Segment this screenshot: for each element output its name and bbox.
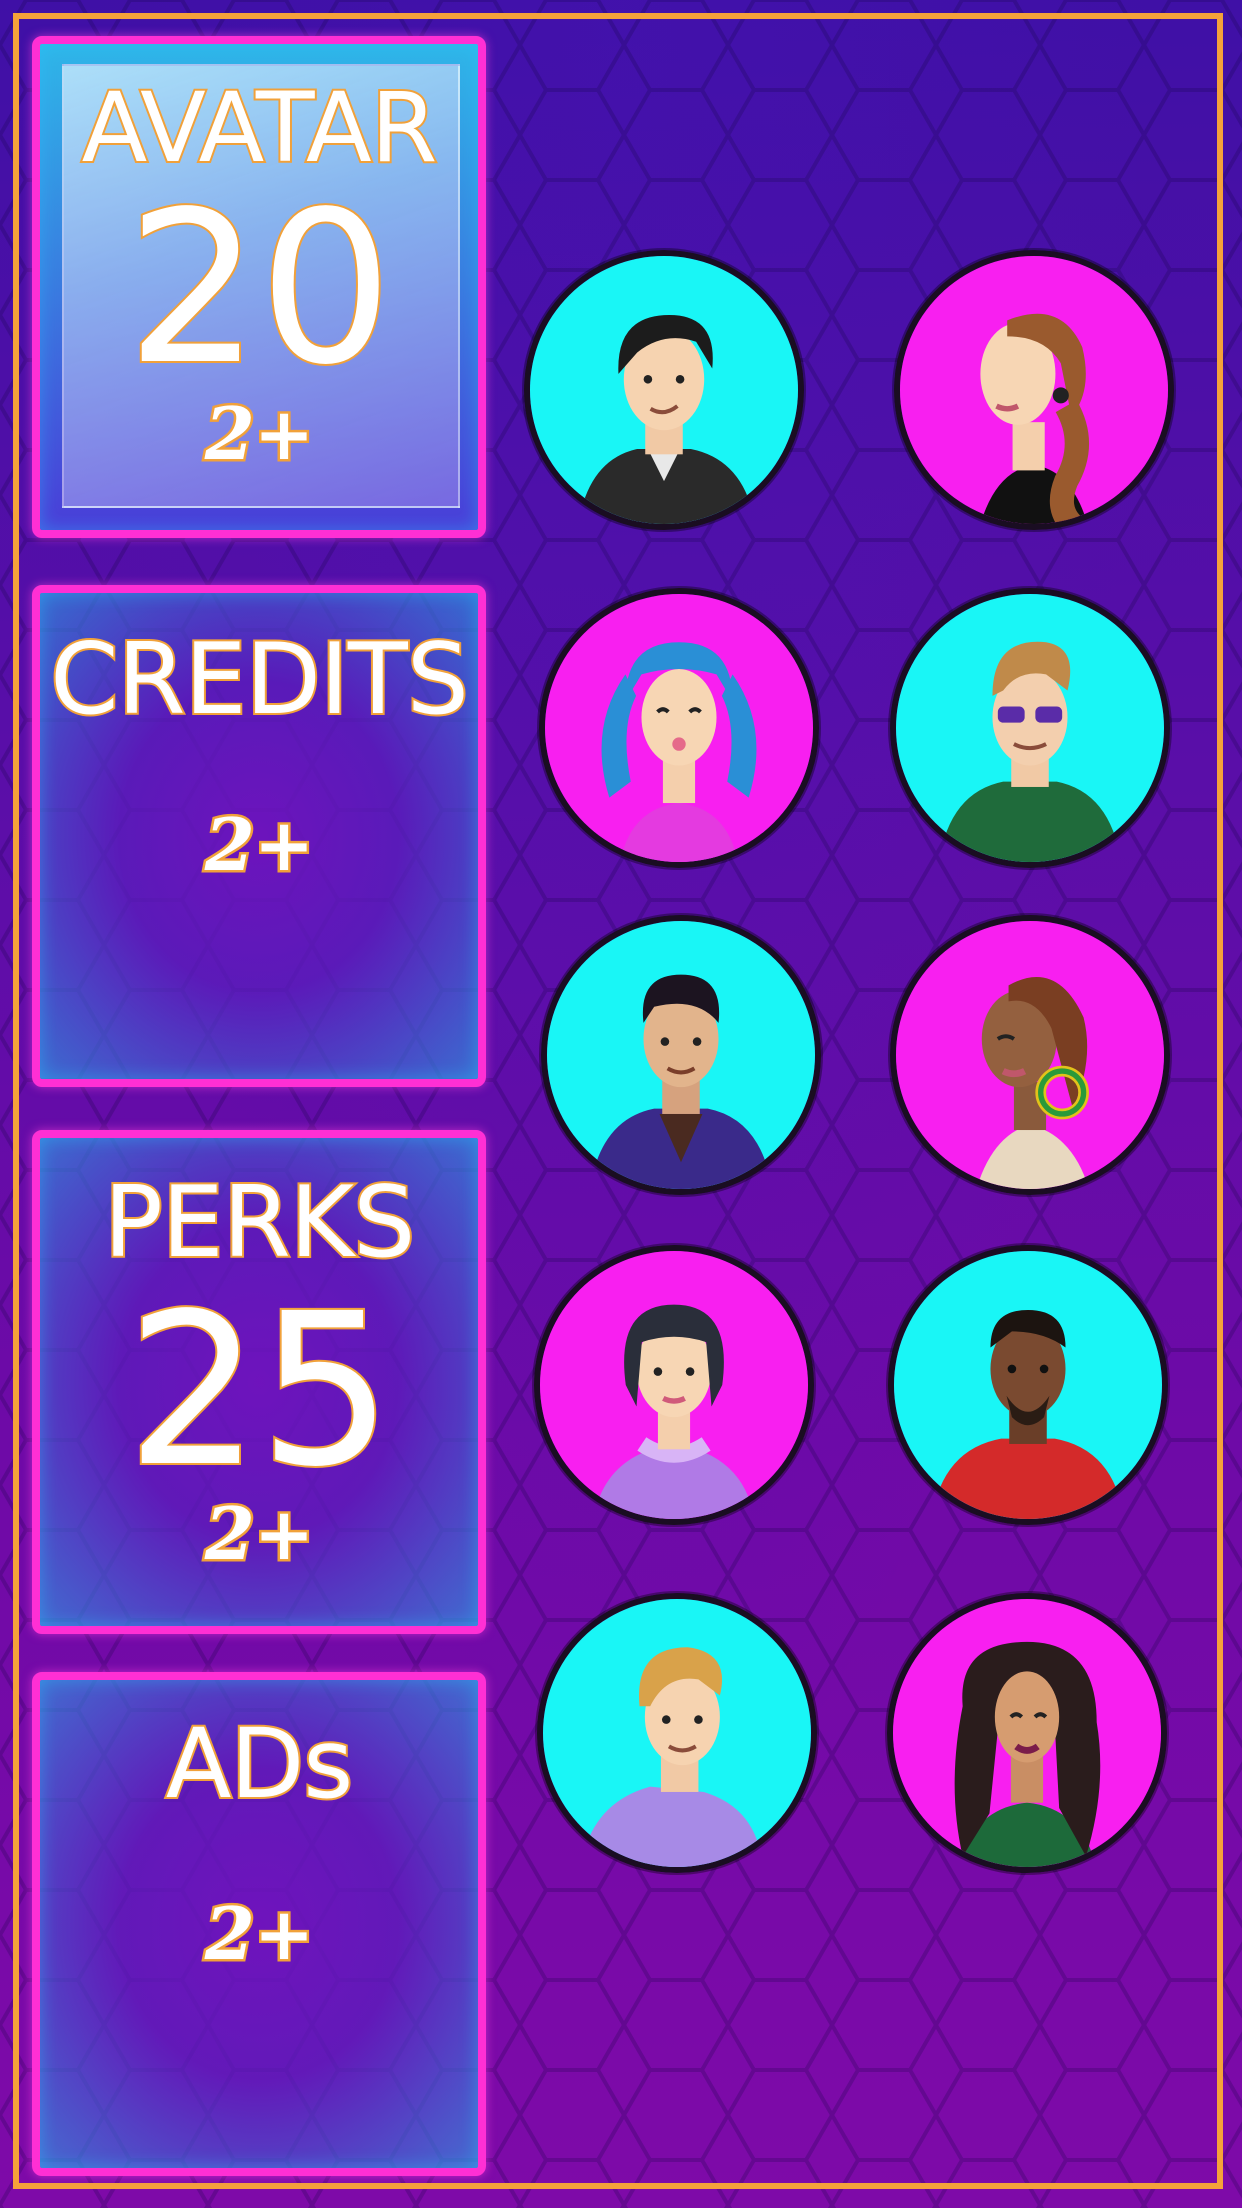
credits-panel[interactable]: CREDITS 2+: [32, 585, 486, 1087]
avatar-dark-hair-man[interactable]: [524, 250, 804, 530]
avatar-blonde-man[interactable]: [537, 1593, 817, 1873]
perks-panel-count: 25: [124, 1268, 394, 1513]
ads-panel-title: ADs: [164, 1708, 356, 1820]
avatar-panel[interactable]: AVATAR 20 2+: [32, 36, 486, 538]
avatar-long-hair-woman[interactable]: [887, 1593, 1167, 1873]
avatar-bob-hair-woman[interactable]: [534, 1245, 814, 1525]
credits-panel-badge: 2+: [202, 802, 316, 887]
perks-panel-badge: 2+: [202, 1491, 316, 1576]
avatar-mohawk-woman[interactable]: [890, 915, 1170, 1195]
avatar-goatee-man[interactable]: [888, 1245, 1168, 1525]
ads-panel[interactable]: ADs 2+: [32, 1672, 486, 2176]
avatar-blue-pigtails-girl[interactable]: [539, 588, 819, 868]
avatar-purple-jacket-man[interactable]: [541, 915, 821, 1195]
perks-panel[interactable]: PERKS 25 2+: [32, 1130, 486, 1634]
avatar-panel-count: 20: [124, 166, 394, 411]
avatar-panel-badge: 2+: [202, 391, 316, 476]
credits-panel-title: CREDITS: [48, 623, 471, 737]
ads-panel-badge: 2+: [202, 1891, 316, 1976]
avatar-panel-title: AVATAR: [80, 72, 440, 184]
avatar-braided-woman[interactable]: [894, 250, 1174, 530]
avatar-sunglasses-man[interactable]: [890, 588, 1170, 868]
perks-panel-title: PERKS: [102, 1166, 418, 1280]
